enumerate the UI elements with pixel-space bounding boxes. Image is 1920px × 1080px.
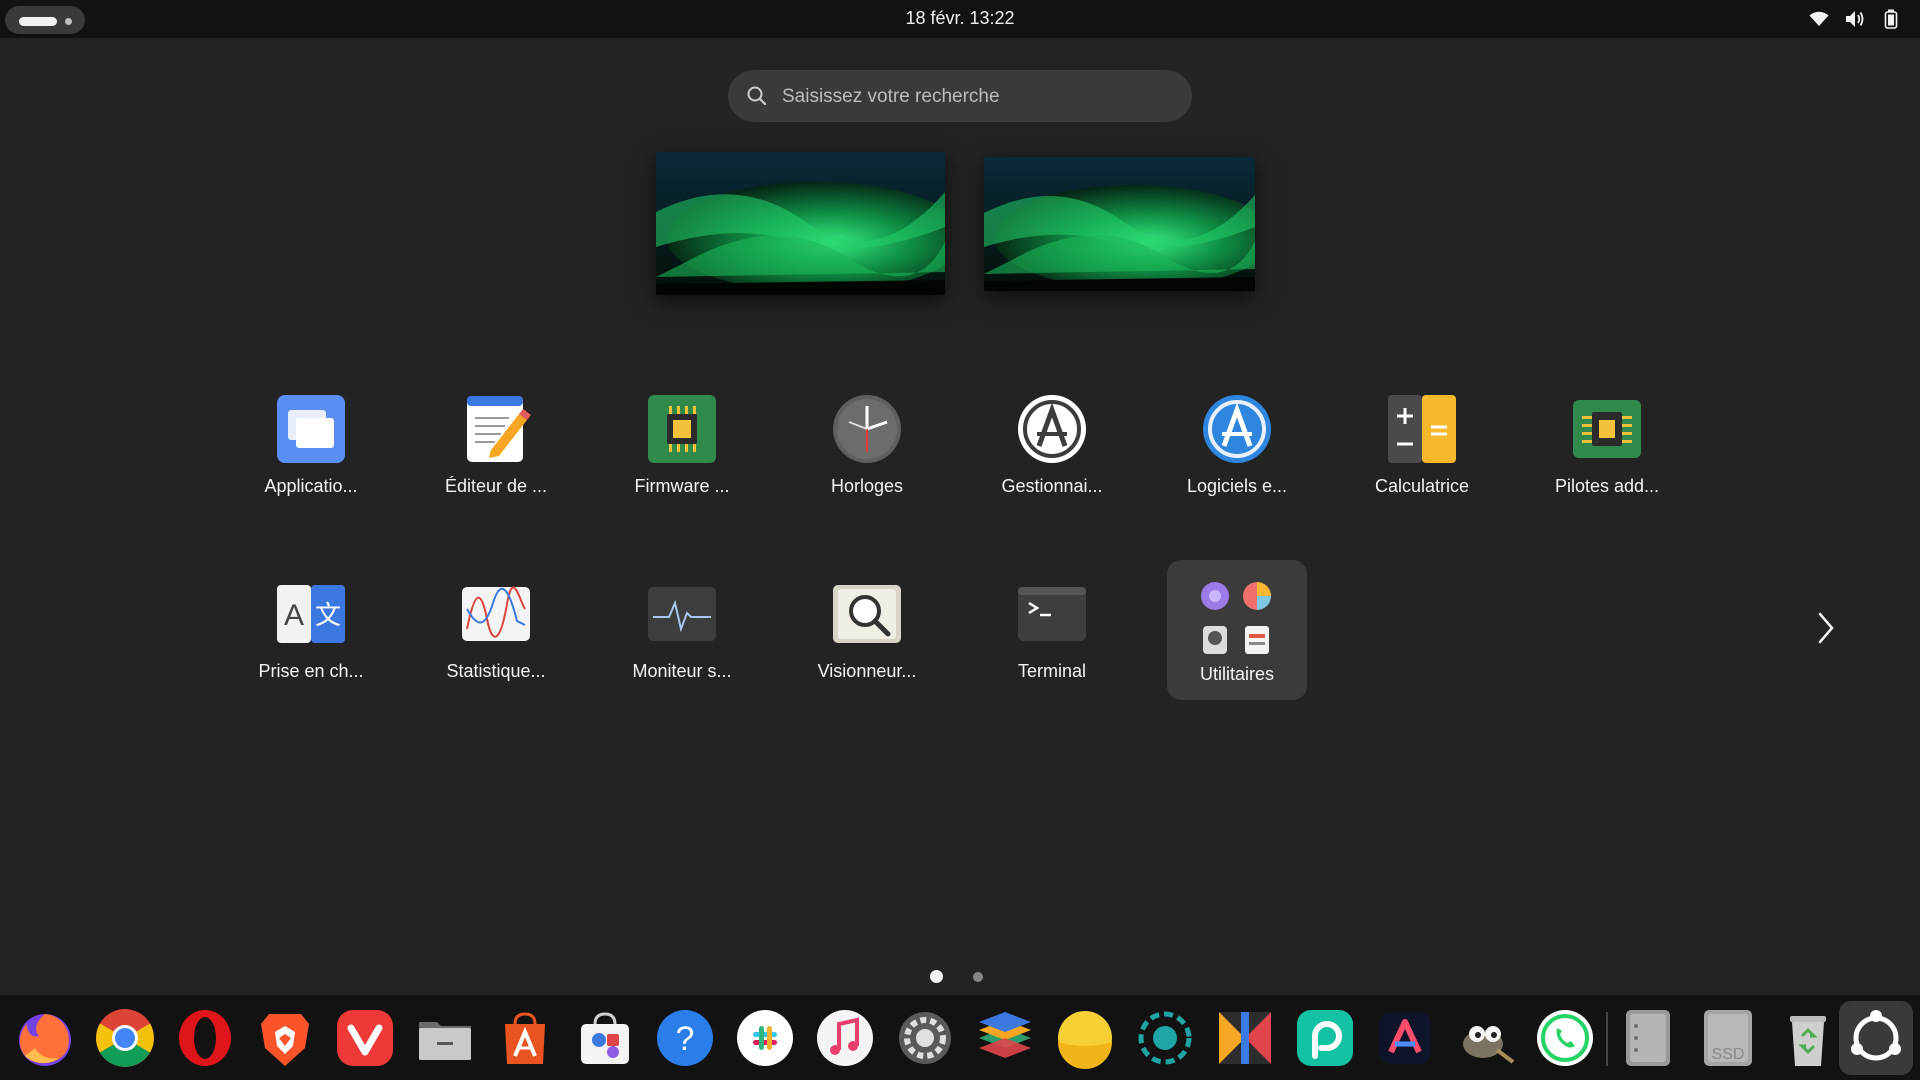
app-label: Statistique... [446, 661, 546, 681]
app-label: Terminal [1017, 661, 1087, 681]
aurora-wallpaper [984, 157, 1255, 291]
slack-icon[interactable] [733, 1006, 797, 1070]
language-support-icon: A 文 [277, 585, 345, 643]
top-bar: 18 févr. 13:22 [0, 0, 1920, 38]
software-store-icon[interactable] [573, 1006, 637, 1070]
app-label: Gestionnai... [1001, 476, 1103, 496]
vivaldi-icon[interactable] [333, 1006, 397, 1070]
workspace-indicator-dot [65, 18, 72, 25]
brave-icon[interactable] [253, 1006, 317, 1070]
applications-icon [277, 395, 345, 463]
files-icon[interactable] [413, 1006, 477, 1070]
activities-button[interactable] [5, 6, 85, 34]
wifi-icon[interactable] [1808, 8, 1830, 30]
calculator-icon [1388, 395, 1456, 463]
app-calculator[interactable]: Calculatrice [1347, 372, 1497, 512]
software-manager-icon [1018, 395, 1086, 463]
weather-icon[interactable] [1053, 1006, 1117, 1070]
ssd-label: SSD [1712, 1046, 1745, 1063]
app-log-viewer[interactable]: Visionneur... [792, 557, 942, 697]
app-software-manager[interactable]: Gestionnai... [977, 372, 1127, 512]
additional-drivers-icon [1573, 400, 1641, 458]
page-dot-1[interactable] [930, 970, 943, 983]
power-statistics-icon [462, 586, 530, 641]
clocks-icon [833, 395, 901, 463]
kdenlive-icon[interactable] [1213, 1006, 1277, 1070]
app-label: Éditeur de ... [444, 476, 548, 496]
clock: 18 févr. 13:22 [0, 8, 1920, 29]
app-label: Moniteur s... [632, 661, 732, 681]
search-input[interactable] [780, 70, 1174, 124]
chevron-right-icon[interactable] [1812, 610, 1838, 646]
app-software-updates[interactable]: Logiciels e... [1162, 372, 1312, 512]
app-additional-drivers[interactable]: Pilotes add... [1532, 372, 1682, 512]
app-folder-utilities[interactable]: Utilitaires [1167, 560, 1307, 700]
firefox-icon[interactable] [13, 1006, 77, 1070]
app-text-editor[interactable]: Éditeur de ... [421, 372, 571, 512]
help-icon[interactable]: ? [653, 1006, 717, 1070]
terminal-icon [1018, 587, 1086, 641]
utilities-folder-icon [1201, 582, 1271, 654]
search-bar[interactable] [728, 70, 1192, 124]
app-language-support[interactable]: A 文 Prise en ch... [236, 557, 386, 697]
app-label: Horloges [830, 476, 904, 496]
app-label: Pilotes add... [1554, 476, 1660, 496]
app-label: Firmware ... [634, 476, 730, 496]
chrome-icon[interactable] [93, 1006, 157, 1070]
workspace-indicator-active [19, 17, 57, 26]
svg-text:文: 文 [315, 601, 341, 631]
workspace-thumbnail-2[interactable] [984, 157, 1255, 291]
show-apps-icon [1851, 1010, 1901, 1061]
svg-text:?: ? [676, 1020, 695, 1058]
text-editor-icon [467, 396, 531, 462]
settings-icon[interactable] [893, 1006, 957, 1070]
battery-icon[interactable] [1880, 8, 1902, 30]
search-icon [747, 86, 767, 106]
dock-separator [1606, 1012, 1608, 1066]
trash-icon[interactable] [1776, 1006, 1840, 1070]
log-viewer-icon [833, 585, 901, 643]
app-label: Logiciels e... [1186, 476, 1288, 496]
opera-icon[interactable] [173, 1006, 237, 1070]
show-apps-button[interactable] [1839, 1001, 1913, 1075]
gimp-icon[interactable] [1453, 1006, 1517, 1070]
aurora-wallpaper [656, 152, 945, 295]
app-label: Prise en ch... [258, 661, 364, 681]
ssd-drive-icon[interactable]: SSD [1696, 1006, 1760, 1070]
arc-icon[interactable] [1373, 1006, 1437, 1070]
page-dot-2[interactable] [973, 971, 983, 982]
app-terminal[interactable]: Terminal [977, 557, 1127, 697]
whatsapp-icon[interactable] [1533, 1006, 1597, 1070]
system-monitor-icon [648, 587, 716, 641]
software-updates-icon [1203, 395, 1271, 463]
clock-label[interactable]: 18 févr. 13:22 [905, 8, 1014, 28]
picsart-icon[interactable] [1293, 1006, 1357, 1070]
app-label: Applicatio... [264, 476, 358, 496]
svg-text:A: A [284, 599, 304, 632]
app-power-statistics[interactable]: Statistique... [421, 557, 571, 697]
app-applications[interactable]: Applicatio... [236, 372, 386, 512]
system-tray[interactable] [1808, 8, 1902, 30]
app-label: Calculatrice [1374, 476, 1470, 496]
layers-icon[interactable] [973, 1006, 1037, 1070]
firmware-icon [648, 395, 716, 463]
music-icon[interactable] [813, 1006, 877, 1070]
app-firmware[interactable]: Firmware ... [607, 372, 757, 512]
app-label: Visionneur... [817, 661, 917, 681]
drive-icon[interactable] [1616, 1006, 1680, 1070]
screen-recorder-icon[interactable] [1133, 1006, 1197, 1070]
app-center-icon[interactable] [493, 1006, 557, 1070]
workspace-thumbnail-1[interactable] [656, 152, 945, 295]
app-system-monitor[interactable]: Moniteur s... [607, 557, 757, 697]
page-indicator [930, 970, 983, 983]
app-clocks[interactable]: Horloges [792, 372, 942, 512]
app-label: Utilitaires [1199, 664, 1274, 684]
volume-icon[interactable] [1844, 8, 1866, 30]
